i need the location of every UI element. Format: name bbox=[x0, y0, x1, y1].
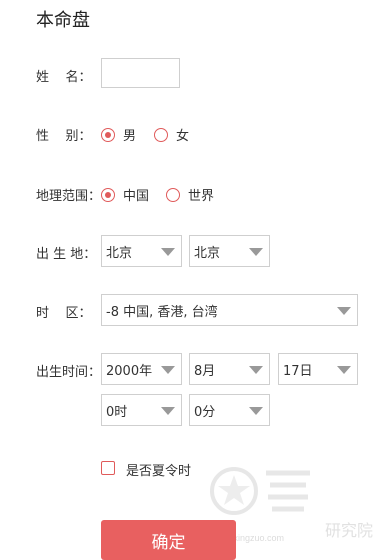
chevron-down-icon bbox=[161, 366, 175, 374]
submit-button[interactable]: 确定 bbox=[101, 520, 236, 560]
radio-unselected-icon bbox=[154, 127, 168, 142]
gender-male-radio[interactable]: 男 bbox=[101, 125, 136, 144]
hour-value: 0时 bbox=[106, 404, 128, 420]
radio-unselected-icon bbox=[166, 187, 180, 202]
year-select[interactable]: 2000年 bbox=[101, 353, 182, 385]
minute-value: 0分 bbox=[194, 404, 216, 420]
year-value: 2000年 bbox=[106, 363, 153, 379]
chevron-down-icon bbox=[249, 248, 263, 256]
dst-checkbox[interactable] bbox=[101, 461, 115, 475]
gender-female-radio[interactable]: 女 bbox=[154, 125, 189, 144]
watermark: www.xingzuo.com 研究院 bbox=[210, 455, 387, 546]
city-value: 北京 bbox=[194, 245, 221, 261]
region-label: 地理范围： bbox=[36, 189, 102, 204]
chevron-down-icon bbox=[337, 307, 351, 315]
region-china-radio[interactable]: 中国 bbox=[101, 185, 149, 204]
gender-female-label: 女 bbox=[176, 129, 190, 144]
dst-label: 是否夏令时 bbox=[126, 464, 192, 479]
chevron-down-icon bbox=[249, 407, 263, 415]
chevron-down-icon bbox=[161, 407, 175, 415]
watermark-text: 研究院 bbox=[325, 521, 374, 540]
gender-label: 性 别： bbox=[36, 129, 92, 144]
star-logo-icon bbox=[210, 467, 310, 515]
birthplace-label: 出 生 地： bbox=[36, 247, 97, 262]
chevron-down-icon bbox=[337, 366, 351, 374]
region-world-radio[interactable]: 世界 bbox=[166, 185, 214, 204]
month-select[interactable]: 8月 bbox=[189, 353, 270, 385]
region-world-label: 世界 bbox=[188, 189, 215, 204]
minute-select[interactable]: 0分 bbox=[189, 394, 270, 426]
day-select[interactable]: 17日 bbox=[278, 353, 358, 385]
day-value: 17日 bbox=[283, 363, 313, 379]
region-china-label: 中国 bbox=[123, 189, 150, 204]
timezone-value: -8 中国, 香港, 台湾 bbox=[106, 304, 218, 320]
name-label: 姓 名： bbox=[36, 70, 92, 85]
timezone-select[interactable]: -8 中国, 香港, 台湾 bbox=[101, 294, 358, 326]
birthtime-label: 出生时间： bbox=[36, 365, 102, 380]
chevron-down-icon bbox=[249, 366, 263, 374]
province-value: 北京 bbox=[106, 245, 133, 261]
month-value: 8月 bbox=[194, 363, 216, 379]
radio-selected-icon bbox=[101, 127, 115, 142]
name-input[interactable] bbox=[101, 58, 180, 88]
timezone-label: 时 区： bbox=[36, 306, 92, 321]
hour-select[interactable]: 0时 bbox=[101, 394, 182, 426]
page-title: 本命盘 bbox=[36, 10, 90, 31]
city-select[interactable]: 北京 bbox=[189, 235, 270, 267]
chevron-down-icon bbox=[161, 248, 175, 256]
radio-selected-icon bbox=[101, 187, 115, 202]
gender-male-label: 男 bbox=[123, 129, 137, 144]
province-select[interactable]: 北京 bbox=[101, 235, 182, 267]
